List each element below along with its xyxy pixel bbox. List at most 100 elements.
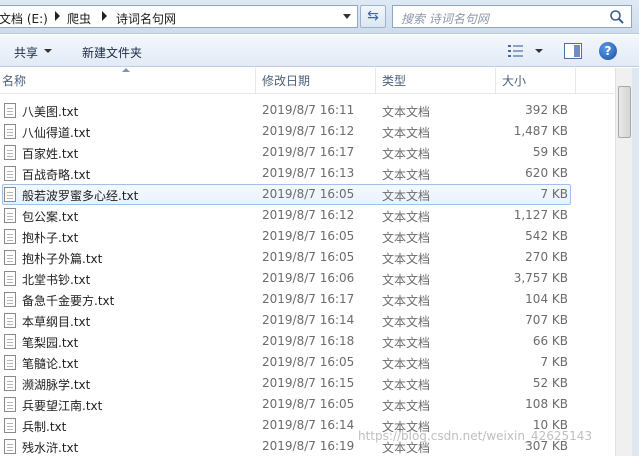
share-dropdown-icon[interactable] — [44, 49, 52, 53]
file-date: 2019/8/7 16:15 — [262, 376, 355, 390]
file-name: 濒湖脉学.txt — [22, 378, 91, 392]
file-row[interactable]: 兵要望江南.txt 2019/8/7 16:05 文本文档 108 KB — [0, 394, 614, 415]
file-name: 抱朴子.txt — [22, 231, 79, 245]
file-row[interactable]: 本草纲目.txt 2019/8/7 16:14 文本文档 707 KB — [0, 310, 614, 331]
file-date: 2019/8/7 16:18 — [262, 334, 355, 348]
share-button[interactable]: 共享 — [14, 44, 38, 61]
file-name: 百家姓.txt — [22, 147, 79, 161]
file-row[interactable]: 般若波罗蜜多心经.txt 2019/8/7 16:05 文本文档 7 KB — [0, 184, 614, 205]
search-icon[interactable] — [609, 9, 625, 25]
text-file-icon — [4, 313, 16, 328]
refresh-button[interactable]: ⇆ — [360, 5, 386, 28]
file-type: 文本文档 — [382, 126, 431, 140]
file-type: 文本文档 — [382, 210, 431, 224]
file-date: 2019/8/7 16:17 — [262, 292, 355, 306]
text-file-icon — [4, 292, 16, 307]
file-date: 2019/8/7 16:06 — [262, 271, 355, 285]
window-edge — [632, 68, 639, 456]
text-file-icon — [4, 271, 16, 286]
file-type: 文本文档 — [382, 399, 431, 413]
column-date[interactable]: 修改日期 — [256, 68, 376, 94]
file-size: 392 KB — [525, 103, 568, 117]
file-row[interactable]: 百家姓.txt 2019/8/7 16:17 文本文档 59 KB — [0, 142, 614, 163]
scrollbar-thumb[interactable] — [618, 86, 631, 138]
file-type: 文本文档 — [382, 105, 431, 119]
view-options-icon[interactable] — [508, 44, 524, 58]
file-name: 百战奇略.txt — [22, 168, 91, 182]
file-date: 2019/8/7 16:17 — [262, 145, 355, 159]
text-file-icon — [4, 124, 16, 139]
column-type[interactable]: 类型 — [376, 68, 496, 94]
file-row[interactable]: 笔髓论.txt 2019/8/7 16:05 文本文档 7 KB — [0, 352, 614, 373]
file-list: 八美图.txt 2019/8/7 16:11 文本文档 392 KB 八仙得道.txt 2… — [0, 100, 614, 456]
address-bar-row: 文档 (E:) 爬虫 诗词名句网 ⇆ 搜索 诗词名句网 — [0, 0, 639, 34]
text-file-icon — [4, 103, 16, 118]
file-size: 7 KB — [540, 355, 568, 369]
file-date: 2019/8/7 16:14 — [262, 313, 355, 327]
help-icon[interactable]: ? — [599, 42, 617, 60]
file-row[interactable]: 濒湖脉学.txt 2019/8/7 16:15 文本文档 52 KB — [0, 373, 614, 394]
column-header: 名称 修改日期 类型 大小 — [0, 68, 614, 94]
text-file-icon — [4, 250, 16, 265]
file-row[interactable]: 北堂书钞.txt 2019/8/7 16:06 文本文档 3,757 KB — [0, 268, 614, 289]
file-row[interactable]: 抱朴子.txt 2019/8/7 16:05 文本文档 542 KB — [0, 226, 614, 247]
file-size: 66 KB — [532, 334, 568, 348]
column-name[interactable]: 名称 — [0, 68, 256, 94]
file-size: 620 KB — [525, 166, 568, 180]
new-folder-button[interactable]: 新建文件夹 — [82, 44, 142, 61]
file-type: 文本文档 — [382, 273, 431, 287]
breadcrumb-folder-current[interactable]: 诗词名句网 — [116, 10, 176, 27]
file-name: 北堂书钞.txt — [22, 273, 91, 287]
file-date: 2019/8/7 16:05 — [262, 229, 355, 243]
breadcrumb-separator-icon[interactable] — [102, 11, 107, 21]
breadcrumb-drive[interactable]: 文档 (E:) — [0, 10, 48, 27]
preview-pane-icon[interactable] — [564, 43, 582, 59]
file-type: 文本文档 — [382, 294, 431, 308]
file-row[interactable]: 包公案.txt 2019/8/7 16:12 文本文档 1,127 KB — [0, 205, 614, 226]
file-name: 笔髓论.txt — [22, 357, 79, 371]
file-type: 文本文档 — [382, 189, 431, 203]
file-row[interactable]: 八美图.txt 2019/8/7 16:11 文本文档 392 KB — [0, 100, 614, 121]
file-date: 2019/8/7 16:12 — [262, 124, 355, 138]
text-file-icon — [4, 439, 16, 454]
file-type: 文本文档 — [382, 252, 431, 266]
vertical-scrollbar[interactable] — [615, 68, 632, 456]
file-size: 3,757 KB — [513, 271, 568, 285]
search-input[interactable]: 搜索 诗词名句网 — [401, 10, 489, 27]
file-size: 542 KB — [525, 229, 568, 243]
file-size: 7 KB — [540, 187, 568, 201]
file-name: 包公案.txt — [22, 210, 79, 224]
file-name: 笔梨园.txt — [22, 336, 79, 350]
file-date: 2019/8/7 16:05 — [262, 355, 355, 369]
file-row[interactable]: 八仙得道.txt 2019/8/7 16:12 文本文档 1,487 KB — [0, 121, 614, 142]
text-file-icon — [4, 376, 16, 391]
command-bar: 共享 新建文件夹 ? — [0, 35, 639, 67]
file-date: 2019/8/7 16:05 — [262, 187, 355, 201]
column-size[interactable]: 大小 — [496, 68, 576, 94]
file-date: 2019/8/7 16:05 — [262, 250, 355, 264]
file-name: 般若波罗蜜多心经.txt — [22, 189, 139, 203]
file-name: 八仙得道.txt — [22, 126, 91, 140]
text-file-icon — [4, 334, 16, 349]
file-row[interactable]: 备急千金要方.txt 2019/8/7 16:17 文本文档 104 KB — [0, 289, 614, 310]
file-type: 文本文档 — [382, 231, 431, 245]
address-bar[interactable]: 文档 (E:) 爬虫 诗词名句网 — [0, 5, 358, 28]
file-size: 108 KB — [525, 397, 568, 411]
file-size: 707 KB — [525, 313, 568, 327]
file-type: 文本文档 — [382, 378, 431, 392]
file-row[interactable]: 笔梨园.txt 2019/8/7 16:18 文本文档 66 KB — [0, 331, 614, 352]
address-history-dropdown-icon[interactable] — [337, 6, 357, 27]
file-row[interactable]: 抱朴子外篇.txt 2019/8/7 16:05 文本文档 270 KB — [0, 247, 614, 268]
text-file-icon — [4, 208, 16, 223]
file-size: 59 KB — [532, 145, 568, 159]
file-name: 兵要望江南.txt — [22, 399, 103, 413]
search-box[interactable]: 搜索 诗词名句网 — [392, 5, 632, 28]
file-name: 八美图.txt — [22, 105, 79, 119]
view-dropdown-icon[interactable] — [535, 49, 543, 53]
breadcrumb-folder-crawler[interactable]: 爬虫 — [67, 10, 91, 27]
breadcrumb-separator-icon[interactable] — [55, 11, 60, 21]
file-size: 1,487 KB — [513, 124, 568, 138]
file-row[interactable]: 百战奇略.txt 2019/8/7 16:13 文本文档 620 KB — [0, 163, 614, 184]
text-file-icon — [4, 187, 16, 202]
file-size: 1,127 KB — [513, 208, 568, 222]
